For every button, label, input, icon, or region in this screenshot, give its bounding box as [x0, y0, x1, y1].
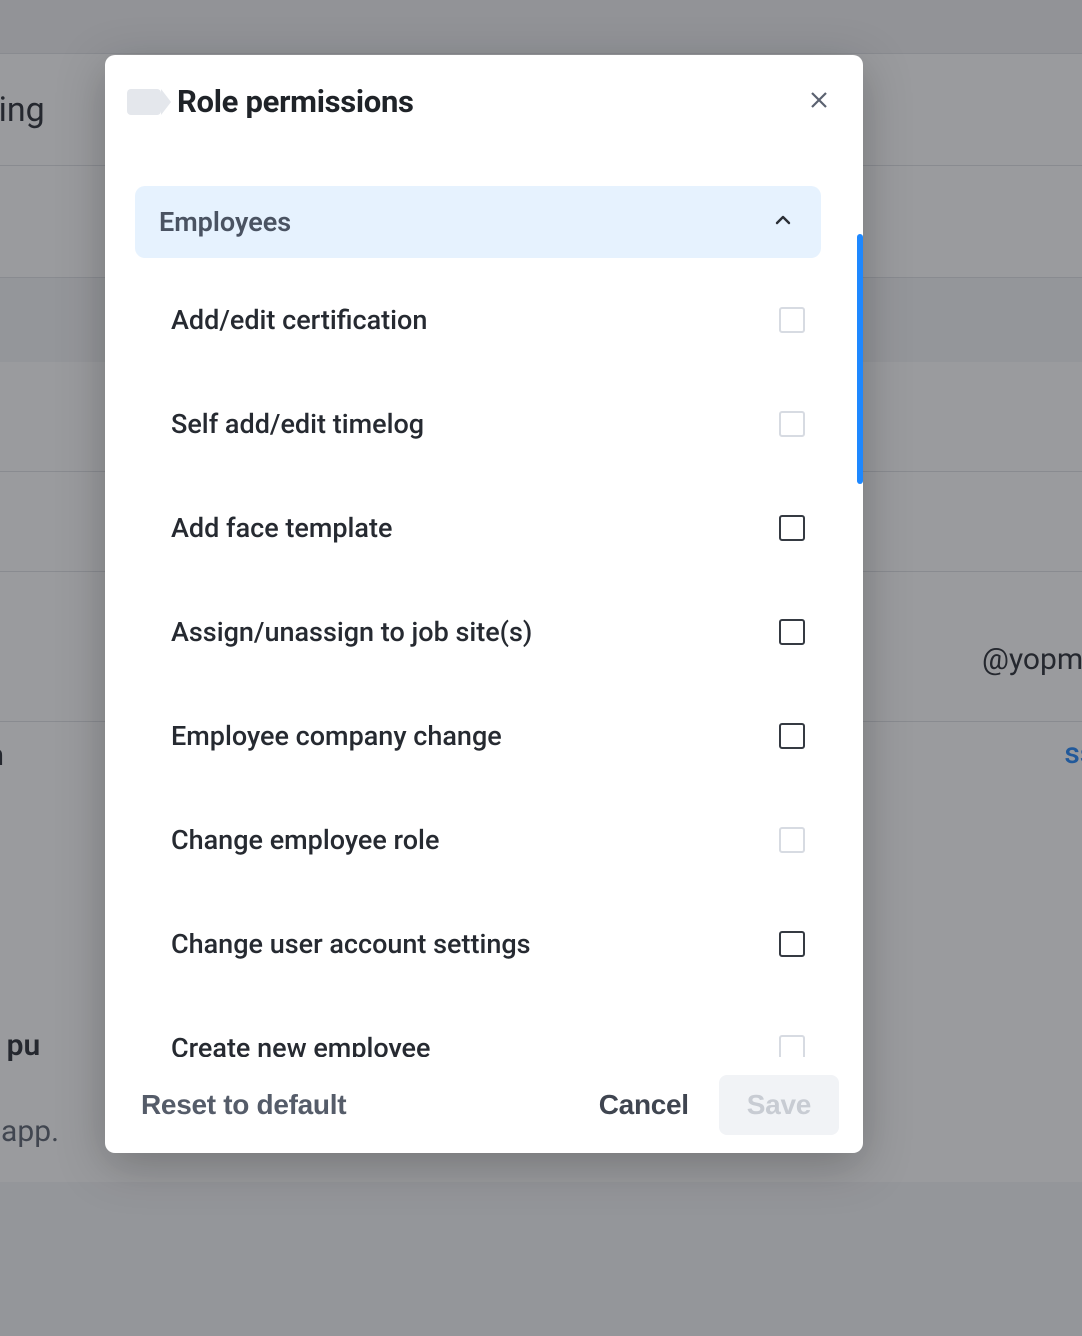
section-employees-header[interactable]: Employees	[135, 186, 821, 258]
permission-label: Assign/unassign to job site(s)	[171, 616, 532, 648]
permission-item: Assign/unassign to job site(s)	[135, 580, 821, 684]
permission-item: Self add/edit timelog	[135, 372, 821, 476]
cancel-button[interactable]: Cancel	[591, 1079, 697, 1131]
permission-label: Add face template	[171, 512, 392, 544]
permission-checkbox-change-employee-role[interactable]	[779, 827, 805, 853]
scrollbar-thumb[interactable]	[857, 234, 863, 484]
permission-item: Change user account settings	[135, 892, 821, 996]
chevron-up-icon	[773, 210, 793, 234]
permission-checkbox-self-add-edit-timelog[interactable]	[779, 411, 805, 437]
permission-checkbox-employee-company-change[interactable]	[779, 723, 805, 749]
modal-header: Role permissions	[105, 55, 863, 142]
permission-label: Employee company change	[171, 720, 502, 752]
permission-label: Self add/edit timelog	[171, 408, 424, 440]
permission-label: Change user account settings	[171, 928, 531, 960]
permissions-scroll-area[interactable]: Employees Add/edit certification Self ad…	[105, 142, 851, 1057]
save-button[interactable]: Save	[719, 1075, 839, 1135]
modal-footer: Reset to default Cancel Save	[105, 1057, 863, 1153]
reset-to-default-button[interactable]: Reset to default	[141, 1089, 569, 1121]
close-button[interactable]	[803, 86, 835, 118]
permission-checkbox-change-user-account-settings[interactable]	[779, 931, 805, 957]
permission-label: Change employee role	[171, 824, 439, 856]
permission-label: Add/edit certification	[171, 304, 427, 336]
modal-title: Role permissions	[177, 83, 803, 120]
permission-item: Add/edit certification	[135, 268, 821, 372]
role-permissions-modal: Role permissions Employees Add/	[105, 55, 863, 1153]
permission-item: Employee company change	[135, 684, 821, 788]
permission-item: Create new employee	[135, 996, 821, 1057]
modal-body: Employees Add/edit certification Self ad…	[105, 142, 863, 1057]
scrollbar-track[interactable]	[857, 234, 863, 1057]
permission-checkbox-add-face-template[interactable]	[779, 515, 805, 541]
permission-checkbox-create-new-employee[interactable]	[779, 1035, 805, 1057]
permission-item: Add face template	[135, 476, 821, 580]
permission-label: Create new employee	[171, 1032, 430, 1057]
section-employees-title: Employees	[159, 206, 291, 238]
permissions-list: Add/edit certification Self add/edit tim…	[135, 258, 821, 1057]
permission-checkbox-assign-unassign-job-site[interactable]	[779, 619, 805, 645]
permission-checkbox-add-edit-certification[interactable]	[779, 307, 805, 333]
close-icon	[809, 90, 829, 113]
tag-icon	[127, 89, 161, 115]
permission-item: Change employee role	[135, 788, 821, 892]
